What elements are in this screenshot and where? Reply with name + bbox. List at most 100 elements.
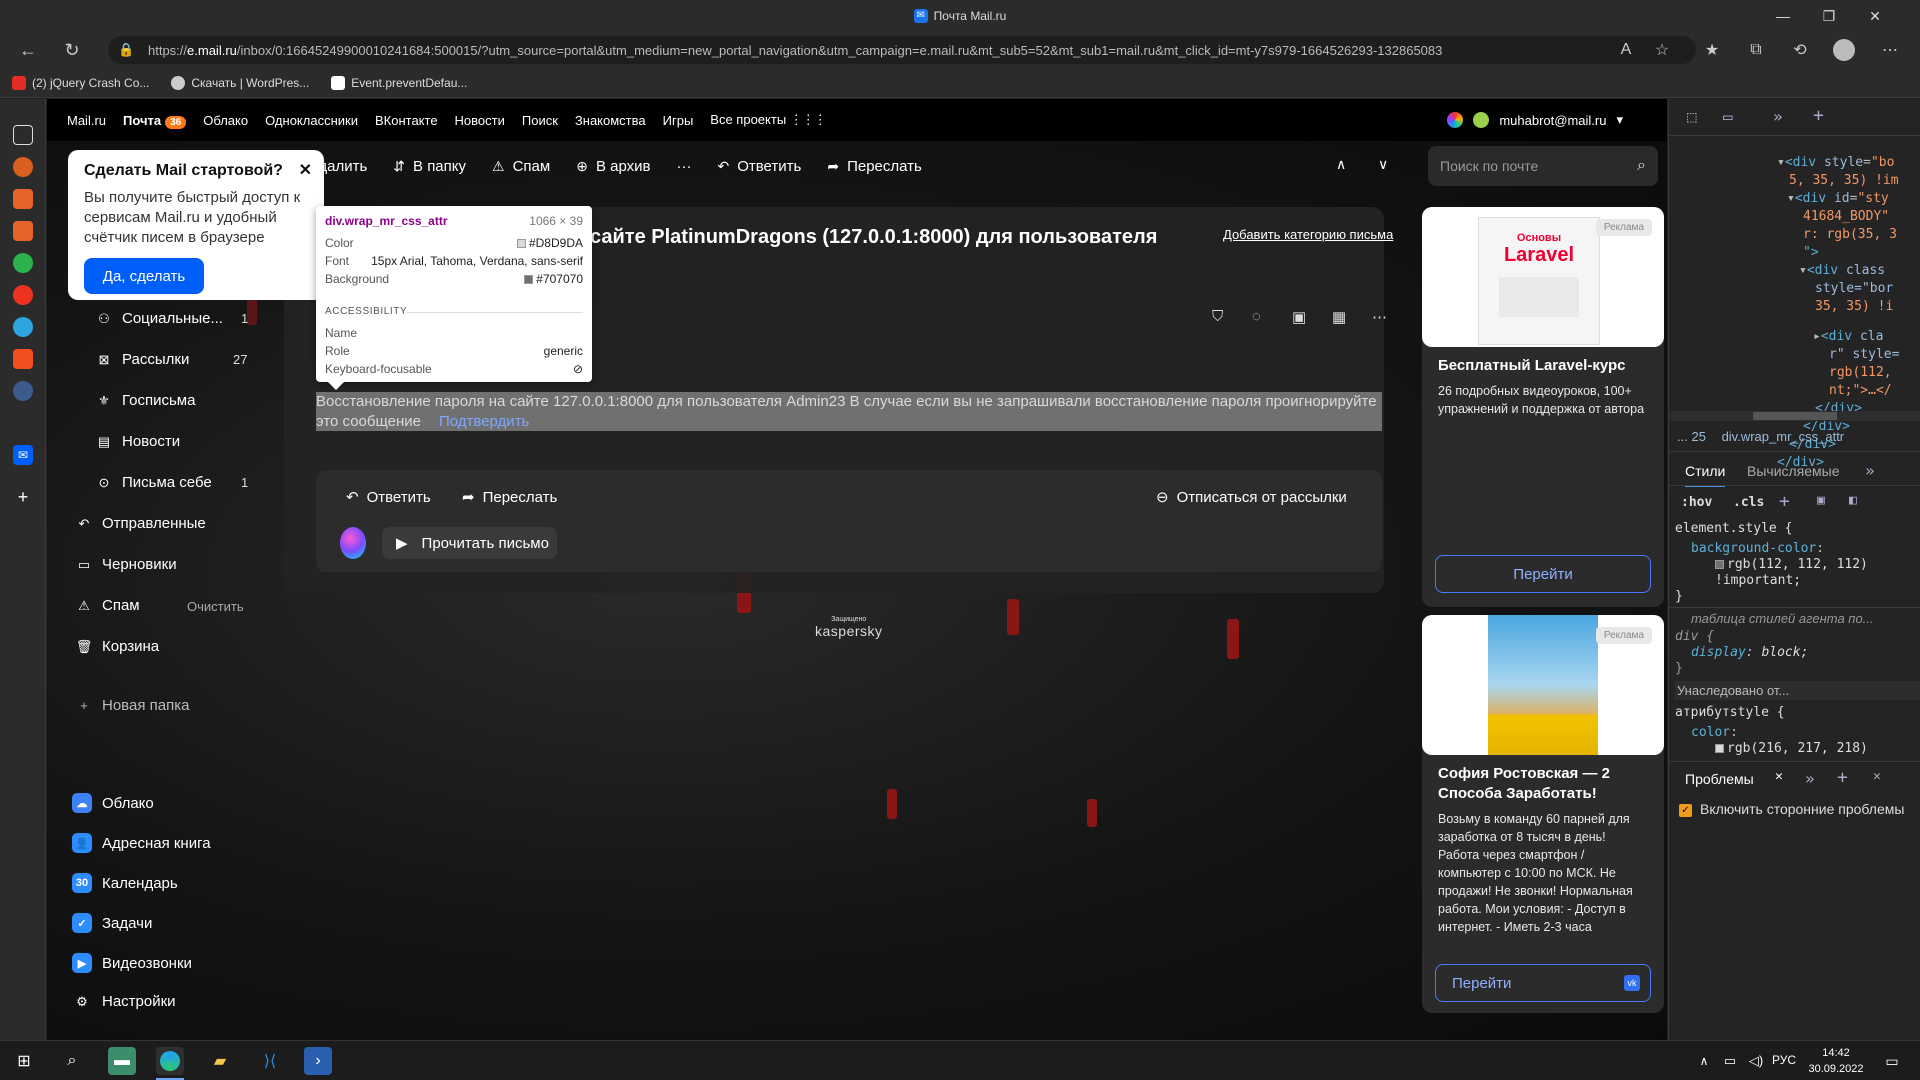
folder-drafts[interactable]: ▭ Черновики xyxy=(76,556,177,573)
bookmark-icon[interactable]: ⛉ xyxy=(1212,308,1223,325)
close-drawer-icon[interactable]: ✕ xyxy=(1873,769,1881,784)
unsubscribe-button[interactable]: ⊖ Отписаться от рассылки xyxy=(1156,488,1347,507)
portal-link-search[interactable]: Поиск xyxy=(522,113,558,128)
tabs-icon[interactable] xyxy=(13,125,33,145)
folder-to-self[interactable]: ⊙ Письма себе xyxy=(96,474,212,491)
figma-icon[interactable] xyxy=(13,349,33,369)
history-icon[interactable]: ⟲ xyxy=(1786,36,1814,64)
clock[interactable]: 14:42 30.09.2022 xyxy=(1806,1045,1866,1077)
maximize-button[interactable]: ❐ xyxy=(1806,0,1852,32)
cls-toggle[interactable]: .cls xyxy=(1733,495,1764,510)
portal-link-mailru[interactable]: Mail.ru xyxy=(67,113,106,128)
archive-button[interactable]: ⊕ В архив xyxy=(576,158,650,175)
portal-link-mail[interactable]: Почта 36 xyxy=(123,113,187,129)
portal-link-ok[interactable]: Одноклассники xyxy=(265,113,358,128)
lightbulb-icon[interactable]: ◌ xyxy=(1252,308,1261,325)
search-input[interactable]: Поиск по почте ⌕ xyxy=(1428,146,1658,186)
sidebar-app-icon[interactable] xyxy=(13,189,33,209)
app-calendar[interactable]: 30 Календарь xyxy=(72,873,178,893)
calendar-icon[interactable]: ▦ xyxy=(1332,308,1346,326)
sidebar-app-icon[interactable] xyxy=(13,221,33,241)
portal-link-games[interactable]: Игры xyxy=(663,113,694,128)
sidebar-app-icon[interactable] xyxy=(13,381,33,401)
read-aloud-icon[interactable]: A xyxy=(1612,36,1640,64)
device-icon[interactable]: ▭ xyxy=(1723,107,1733,126)
portal-link-all-projects[interactable]: Все проекты ⋮⋮⋮ xyxy=(710,112,827,128)
folder-social[interactable]: ⚇ Социальные... xyxy=(96,310,223,327)
close-icon[interactable]: ✕ xyxy=(299,160,312,180)
third-party-issues-checkbox[interactable]: ✓ Включить сторонние проблемы xyxy=(1679,801,1904,817)
language-indicator[interactable]: РУС xyxy=(1772,1053,1796,1067)
add-rule-icon[interactable]: + xyxy=(1779,491,1790,512)
forward-button[interactable]: ➦ Переслать xyxy=(462,488,557,507)
folder-newsletters[interactable]: ⊠ Рассылки xyxy=(96,351,190,368)
app-cloud[interactable]: ☁ Облако xyxy=(72,793,154,813)
inspect-icon[interactable]: ⬚ xyxy=(1687,107,1697,126)
more-tabs-icon[interactable]: » xyxy=(1805,769,1815,788)
tab-styles[interactable]: Стили xyxy=(1685,463,1726,487)
paint-icon[interactable]: ▣ xyxy=(1817,493,1825,508)
folder-sent[interactable]: ↶ Отправленные xyxy=(76,515,206,532)
favorite-add-icon[interactable]: ☆ xyxy=(1648,36,1676,64)
search-icon[interactable]: ⌕ xyxy=(58,1047,86,1075)
forward-button[interactable]: ➦ Переслать xyxy=(827,158,922,175)
yandex-icon[interactable] xyxy=(13,285,33,305)
collections-icon[interactable]: ⧉ xyxy=(1742,36,1770,64)
add-category-link[interactable]: Добавить категорию письма xyxy=(1223,227,1393,242)
add-sidebar-icon[interactable]: + xyxy=(13,487,33,507)
more-tabs-icon[interactable]: » xyxy=(1865,461,1875,480)
horizontal-scrollbar[interactable] xyxy=(1669,411,1920,421)
folder-gov[interactable]: ⚜ Госписьма xyxy=(96,392,195,409)
add-panel-icon[interactable]: + xyxy=(1813,105,1824,126)
powershell-icon[interactable]: › xyxy=(304,1047,332,1075)
reply-button[interactable]: ↶ Ответить xyxy=(717,158,801,175)
tab-issues[interactable]: Проблемы xyxy=(1685,771,1754,787)
portal-link-vk[interactable]: ВКонтакте xyxy=(375,113,438,128)
sidebar-app-icon[interactable] xyxy=(13,253,33,273)
popup-confirm-button[interactable]: Да, сделать xyxy=(84,258,204,294)
url-bar[interactable]: 🔒 https://e.mail.ru/inbox/0:166452499000… xyxy=(108,36,1696,64)
close-window-button[interactable]: ✕ xyxy=(1852,0,1898,32)
close-tab-icon[interactable]: ✕ xyxy=(1775,769,1783,784)
bookmark-jquery[interactable]: (2) jQuery Crash Co... xyxy=(12,75,149,90)
next-letter-icon[interactable]: ∨ xyxy=(1378,156,1388,173)
telegram-icon[interactable] xyxy=(13,317,33,337)
sidebar-toggle-icon[interactable]: ◧ xyxy=(1849,493,1857,508)
read-aloud-button[interactable]: ▶ Прочитать письмо xyxy=(382,527,557,559)
sidebar-app-icon[interactable] xyxy=(13,157,33,177)
ad-title[interactable]: Бесплатный Laravel-курс xyxy=(1438,356,1626,376)
assistant-orb-icon[interactable] xyxy=(1447,112,1464,128)
file-explorer-icon[interactable]: ▰ xyxy=(206,1047,234,1075)
ad-title[interactable]: София Ростовская — 2 Способа Заработать! xyxy=(1438,764,1648,804)
tray-chevron-icon[interactable]: ∧ xyxy=(1690,1047,1718,1075)
portal-link-dating[interactable]: Знакомства xyxy=(575,113,646,128)
tab-computed[interactable]: Вычисляемые xyxy=(1747,463,1840,479)
more-button[interactable]: ··· xyxy=(676,158,691,175)
move-to-folder-button[interactable]: ⇵ В папку xyxy=(393,158,466,175)
minimize-button[interactable]: — xyxy=(1760,0,1806,32)
dom-node[interactable]: ▸<div cla xyxy=(1813,329,1883,344)
bookmark-wordpress[interactable]: Скачать | WordPres... xyxy=(171,75,309,90)
ad-go-button[interactable]: Перейти xyxy=(1435,555,1651,593)
network-icon[interactable]: ▭ xyxy=(1716,1047,1744,1075)
mail-sidebar-icon[interactable]: ✉ xyxy=(13,445,33,465)
app-contacts[interactable]: 👤 Адресная книга xyxy=(72,833,211,853)
vscode-icon[interactable]: ⟩⟨ xyxy=(256,1047,284,1075)
ad-go-button[interactable]: Перейти vk xyxy=(1435,964,1651,1002)
dom-node[interactable]: ▾<div style="bo xyxy=(1777,155,1894,170)
new-folder-button[interactable]: + Новая папка xyxy=(76,697,189,714)
volume-icon[interactable]: ◁) xyxy=(1742,1047,1770,1075)
reload-button[interactable]: ↻ xyxy=(54,32,90,68)
dom-node[interactable]: ▾<div class xyxy=(1799,263,1885,278)
confirm-link[interactable]: Подтвердить xyxy=(439,413,529,430)
ad-image-laravel[interactable]: Основы Laravel Реклама xyxy=(1422,207,1664,347)
windows-start-icon[interactable]: ⊞ xyxy=(10,1047,38,1075)
more-panels-icon[interactable]: » xyxy=(1773,107,1783,126)
more-icon[interactable]: ⋯ xyxy=(1372,308,1387,326)
app-tasks[interactable]: ✓ Задачи xyxy=(72,913,152,933)
portal-link-cloud[interactable]: Облако xyxy=(203,113,248,128)
reply-button[interactable]: ↶ Ответить xyxy=(346,488,431,507)
favorites-icon[interactable]: ★ xyxy=(1698,36,1726,64)
dom-node[interactable]: ▾<div id="sty xyxy=(1787,191,1889,206)
app-videocalls[interactable]: ▶ Видеозвонки xyxy=(72,953,192,973)
